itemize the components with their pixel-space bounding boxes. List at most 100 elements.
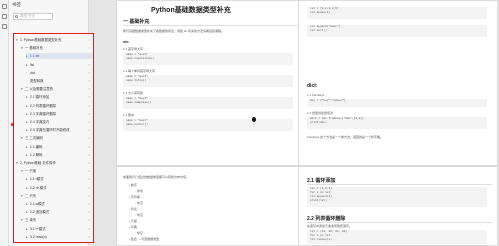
code-line: lst.remove(i) [310,238,332,241]
bookmark-item[interactable]: ▸ list [26,62,93,68]
code-block: name = "meet" name.swapcase() [123,97,293,109]
bookmark-item[interactable]: ▾ 二 只写 [21,193,93,199]
bullet-text: 列表 [130,207,137,211]
bookmark-label: 类型转换 [30,79,44,83]
bookmark-item[interactable]: ▸ 2.3 字典循环删除 [26,111,93,117]
bookmark-item[interactable]: ▸ 1.2 rb 模式 [26,185,93,191]
bookmark-label: 三 读写 [25,218,37,223]
document-area[interactable]: Python基础数据类型补充 一 基础补充 我们基础数据类型补充了各数据的用法，… [90,0,499,246]
bookmark-label: 2.2 列表循环删除 [30,103,56,108]
bullet-text: 集合 [130,237,137,241]
heading-divider [307,184,492,185]
bookmark-item[interactable]: ▸ 2.5 字典在循环时不能修改 [26,127,93,133]
sub-bullet-item: ◦ 非空 [135,213,143,217]
sidebar-title: 书签 [12,2,21,7]
bookmark-item[interactable]: ▾ 1. Python基础数据类型补充 [16,37,93,43]
bookmark-label: 二 以及需要注意的 [25,87,54,92]
bullet-text: 字典 [130,225,137,229]
section-heading: 一 基础补充 [123,19,150,25]
str-item-3: 1.3 大小写转换 [123,91,144,95]
code-line: name.swapcase() [126,101,152,104]
bookmark-icon[interactable] [2,4,7,9]
search-placeholder: 查找书签 [20,14,36,18]
bullet-text: 数字 [130,183,137,187]
code-line: print(lst) [310,199,327,202]
bookmark-item[interactable]: ▾ 三 二次编码 [21,135,93,141]
section-heading: 2.2 列表循环删除 [307,216,346,222]
bookmark-label: 2.5 字典在循环时不能修改 [30,128,70,133]
bookmark-item[interactable]: ▾ 三 读写 [21,217,93,223]
bookmark-item[interactable]: ▸ 2.2 列表循环删除 [26,103,93,109]
dict-item-1: 1.1 fromkeys [307,93,325,97]
bookmark-item[interactable]: ▸ 2.4 字典技巧 [26,119,93,125]
current-position-marker [11,123,14,126]
bookmark-item[interactable]: ▸ 2.2 追加模式 [26,209,93,215]
bookmark-label: 三 二次编码 [25,136,43,141]
code-block: lst = [11, 22, 33, 44] for i in lst: lst… [307,230,487,244]
page-1: Python基础数据类型补充 一 基础补充 我们基础数据类型补充了各数据的用法，… [116,0,301,166]
code-block: lst = [1,2,3,4,5] lst.index(1) [307,7,487,19]
bookmark-label: 1.1 str [30,54,40,59]
bookmark-label: 2.4 字典技巧 [30,120,50,124]
code-block: lst = [1,2,3] for i in lst: lst.append(4… [307,187,487,207]
code-block: dic = {"key":"value"} [307,99,487,107]
bookmark-sidebar: 书签 查找书签 ▾ 1. Python基础数据类型补充 1 ▾ 一 基础补充 1 ▸ 1.1 … [9,0,94,246]
bookmark-item[interactable]: ▾ 2. Python基础-文件操作 [16,160,93,166]
code-block: dic1 = dic.fromkeys("abc",[1,2]) print(d… [307,117,487,129]
bookmark-item[interactable]: ▸ 2.1 循环添加 [26,94,93,100]
page-title: Python基础数据类型补充 [151,7,231,14]
page-4: 2.1 循环添加 lst = [1,2,3] for i in lst: lst… [298,166,498,246]
bookmark-item[interactable]: ▾ 一 只读 [21,168,93,174]
bullet-item: • 列表 [129,207,137,211]
bullet-item: • 集合 • 可变数据类型 [129,237,160,241]
heading-divider [123,25,297,26]
bookmark-label: 2.3 字典循环删除 [30,111,56,116]
tool-rail [0,0,9,246]
mouse-cursor [252,117,256,122]
str-heading: str: [123,39,130,44]
bookmark-item[interactable]: ▸ 1.2 解码 [26,152,93,158]
thumbnail-icon[interactable] [2,14,7,19]
dict-item-2: 1.2 批量创建键值对 [307,111,334,115]
code-line: lst.index(1) [310,11,331,14]
code-line: print(dic) [310,121,327,124]
code-line: lst.sort() [310,29,327,32]
sub-bullet-item: ◦ 非空 [135,201,143,205]
bullet-item: • 字典 [129,225,137,229]
bookmark-item[interactable]: · 类型转换 [26,78,93,84]
bookmark-label: 一 只读 [25,169,37,174]
code-block: lst.append("meet") lst.sort() [307,25,487,37]
bookmark-item[interactable]: · dict [26,70,93,76]
bullet-text: 元组 [130,219,137,223]
bookmark-item[interactable]: ▸ 3.2 read(n) [26,234,93,240]
bookmark-label: 2. Python基础-文件操作 [20,161,56,165]
bookmark-label: 1.2 解码 [30,152,43,157]
bookmark-item[interactable]: ▸ 3.1 r+模式 [26,226,93,232]
bullet-item: • 数字 [129,183,137,187]
bullet-text: 非空 [136,213,143,217]
bookmark-label: list [30,62,35,67]
bullet-text: 非空 [136,231,143,235]
bookmark-item[interactable]: ▾ 二 以及需要注意的 [21,86,93,92]
page-2: lst = [1,2,3,4,5] lst.index(1) lst.appen… [298,0,498,166]
code-block: name = "meet" name.center() [123,119,293,131]
dict-heading: dict: [307,83,318,89]
bookmark-label: 1.1 r模式 [30,177,44,182]
bookmark-item[interactable]: ▸ 2.1 w模式 [26,201,93,207]
code-block: name = "meet" name.title() [123,75,293,87]
code-line: dic = {"key":"value"} [310,99,346,102]
dict-note: fromkeys 这个方法是一个类方法，返回的是一个新字典。 [307,135,384,139]
sub-bullet-item: ◦ 非零 [135,189,143,193]
bookmark-item[interactable]: ▸ 1.1 str [26,53,93,60]
code-line: name.title() [126,79,147,82]
bookmark-label: 1.2 rb 模式 [30,185,47,190]
bookmark-label: 二 只写 [25,193,37,198]
search-icon[interactable] [2,24,7,29]
bookmark-item[interactable]: ▸ 1.1 编码 [26,144,93,150]
bookmark-label: 2.2 追加模式 [30,210,50,215]
bookmark-search-input[interactable]: 查找书签 [13,13,53,20]
bookmark-item[interactable]: ▾ 一 基础补充 [21,45,93,51]
bookmark-label: 1.1 编码 [30,144,43,149]
bool-intro: 前面我们介绍过的数据类型都可以转换为布尔值。 [123,175,190,179]
bookmark-item[interactable]: ▸ 1.1 r模式 [26,176,93,182]
